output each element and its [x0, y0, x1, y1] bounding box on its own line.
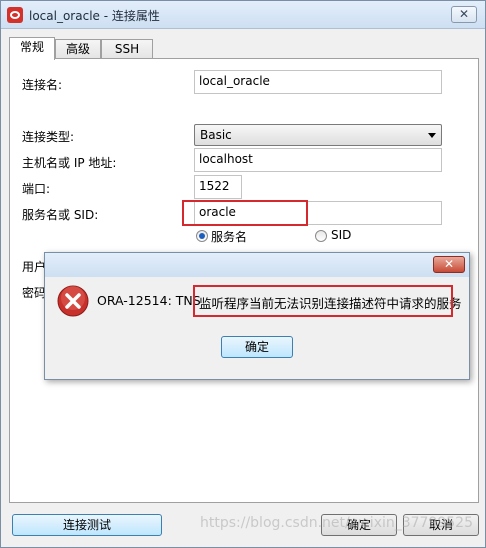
port-label: 端口: [22, 182, 51, 196]
window-close-button[interactable]: ✕ [451, 6, 477, 23]
error-dialog: ✕ ORA-12514: TNS 监听程序当前无法识别连接描述符中请求的服务 确… [44, 252, 470, 380]
host-label: 主机名或 IP 地址: [22, 156, 117, 170]
error-ok-button[interactable]: 确定 [221, 336, 293, 358]
error-message-code: ORA-12514: TNS [97, 293, 201, 308]
tab-ssh[interactable]: SSH [101, 39, 153, 59]
connection-type-label: 连接类型: [22, 130, 75, 144]
window-title: local_oracle - 连接属性 [29, 9, 160, 23]
port-input[interactable]: 1522 [194, 175, 242, 199]
error-icon [57, 285, 89, 317]
connection-name-label: 连接名: [22, 78, 63, 92]
radio-sid-label: SID [331, 228, 352, 242]
error-dialog-title-bar: ✕ [45, 253, 469, 277]
watermark: https://blog.csdn.net/weixin_37799525 [199, 515, 473, 531]
tab-advanced[interactable]: 高级 [55, 39, 101, 59]
chevron-down-icon [428, 133, 436, 138]
error-highlight-box [193, 285, 453, 317]
error-dialog-close-button[interactable]: ✕ [433, 256, 465, 273]
password-label: 密码 [22, 286, 47, 300]
service-highlight-box [182, 200, 308, 226]
connection-type-select[interactable]: Basic [194, 124, 442, 146]
host-input[interactable]: localhost [194, 148, 442, 172]
tab-general[interactable]: 常规 [9, 37, 55, 60]
username-label: 用户 [22, 260, 47, 274]
radio-service-name-label: 服务名 [211, 230, 248, 244]
radio-service-name[interactable] [196, 230, 208, 242]
oracle-app-icon [7, 7, 23, 23]
title-bar: local_oracle - 连接属性 ✕ [1, 1, 485, 29]
connection-name-input[interactable]: local_oracle [194, 70, 442, 94]
test-connection-button[interactable]: 连接测试 [12, 514, 162, 536]
radio-sid[interactable] [315, 230, 327, 242]
service-label: 服务名或 SID: [22, 208, 99, 222]
connection-type-value: Basic [200, 128, 232, 142]
